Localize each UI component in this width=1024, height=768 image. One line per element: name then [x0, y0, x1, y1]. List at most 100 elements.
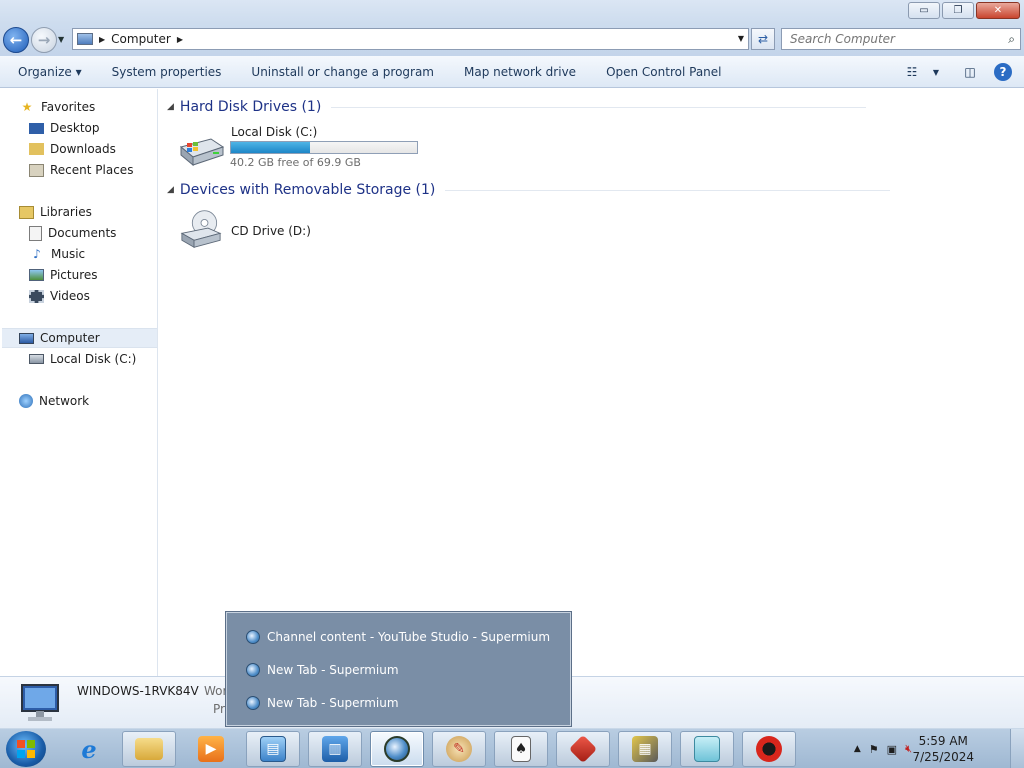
taskbar-supermium[interactable] — [370, 731, 424, 767]
window-list-item[interactable]: New Tab - Supermium — [246, 693, 399, 713]
taskbar-file-explorer[interactable] — [122, 731, 176, 767]
workgroup-label: Wor — [204, 684, 228, 698]
nav-label: Downloads — [50, 142, 116, 156]
search-icon[interactable]: ⌕ — [1008, 32, 1015, 47]
nav-label: Favorites — [41, 100, 96, 114]
taskbar: e ▶ ▤ ▥ ✎ ♠ ▦ ▲ ⚑ ▣ 🔇︎ 5:59 AM 7/25/2024 — [0, 728, 1024, 768]
collapse-chevron-icon[interactable]: ◢ — [167, 102, 174, 112]
show-hidden-icons-icon[interactable]: ▲ — [854, 744, 861, 754]
nav-pictures[interactable]: Pictures — [29, 265, 98, 285]
address-bar[interactable]: ▶ Computer ▶ ▼ — [72, 28, 749, 50]
pictures-icon — [29, 269, 44, 281]
nav-local-disk[interactable]: Local Disk (C:) — [29, 349, 136, 369]
nav-computer[interactable]: Computer — [2, 328, 157, 348]
computer-icon — [19, 332, 34, 344]
media-player-icon: ▶ — [198, 736, 224, 762]
supermium-icon — [246, 663, 260, 677]
collapse-chevron-icon[interactable]: ◢ — [167, 185, 174, 195]
nav-videos[interactable]: Videos — [29, 286, 90, 306]
nav-label: Local Disk (C:) — [50, 352, 137, 366]
taskbar-control-panel[interactable]: ▤ — [246, 731, 300, 767]
change-view-icon[interactable]: ☷ — [902, 62, 922, 82]
window-list-item[interactable]: New Tab - Supermium — [246, 660, 399, 680]
show-desktop-button[interactable] — [1010, 729, 1024, 768]
nav-favorites[interactable]: ★ Favorites — [19, 97, 96, 117]
taskbar-notes-app[interactable] — [680, 731, 734, 767]
desktop-icon — [29, 122, 44, 134]
nav-libraries[interactable]: Libraries — [19, 202, 92, 222]
group-divider — [331, 106, 867, 108]
taskbar-task-manager[interactable]: ▥ — [308, 731, 362, 767]
nav-label: Libraries — [40, 205, 92, 219]
taskbar-paint[interactable]: ✎ — [432, 731, 486, 767]
taskbar-record-app[interactable] — [742, 731, 796, 767]
notes-icon — [694, 736, 720, 762]
refresh-icon: ⇄ — [757, 32, 769, 46]
minimize-button[interactable]: ▭ — [908, 2, 940, 19]
computer-monitor-icon — [21, 684, 59, 721]
playing-cards-icon: ♠ — [511, 736, 531, 762]
search-box: ⌕ — [781, 28, 1021, 50]
system-clock[interactable]: 5:59 AM 7/25/2024 — [912, 733, 974, 765]
libraries-icon — [19, 205, 34, 219]
nav-documents[interactable]: Documents — [29, 223, 116, 243]
taskbar-film-app[interactable]: ▦ — [618, 731, 672, 767]
forward-button[interactable]: → — [31, 27, 57, 53]
network-globe-icon — [19, 394, 33, 408]
supermium-browser-icon — [384, 736, 410, 762]
volume-muted-icon[interactable]: 🔇︎ — [905, 742, 912, 756]
map-network-drive-button[interactable]: Map network drive — [449, 56, 591, 88]
address-history-dropdown[interactable]: ▼ — [738, 34, 744, 43]
nav-label: Recent Places — [50, 163, 134, 177]
system-properties-button[interactable]: System properties — [97, 56, 237, 88]
disk-usage-bar — [230, 141, 418, 154]
music-note-icon: ♪ — [33, 247, 41, 261]
view-controls: ☷ ▼ ◫ ? — [902, 62, 1012, 82]
cd-drive-icon — [180, 210, 222, 249]
folder-icon — [135, 738, 163, 760]
nav-label: Videos — [50, 289, 90, 303]
taskbar-media-player[interactable]: ▶ — [184, 731, 238, 767]
uninstall-program-button[interactable]: Uninstall or change a program — [236, 56, 449, 88]
search-input[interactable] — [782, 29, 992, 49]
navigation-pane: ★ Favorites Desktop Downloads Recent Pla… — [0, 89, 158, 676]
taskbar-solitaire[interactable]: ♠ — [494, 731, 548, 767]
hard-drive-icon — [29, 354, 44, 364]
nav-music[interactable]: ♪ Music — [29, 244, 85, 264]
nav-label: Desktop — [50, 121, 100, 135]
film-clapper-icon: ▦ — [632, 736, 658, 762]
group-removable-storage[interactable]: ◢ Devices with Removable Storage (1) — [167, 180, 891, 200]
supermium-icon — [246, 696, 260, 710]
close-button[interactable]: ✕ — [976, 2, 1020, 19]
open-control-panel-button[interactable]: Open Control Panel — [591, 56, 736, 88]
back-button[interactable]: ← — [3, 27, 29, 53]
view-options-dropdown-icon[interactable]: ▼ — [926, 62, 946, 82]
record-circle-icon — [756, 736, 782, 762]
window-controls: ▭ ❐ ✕ — [908, 2, 1020, 19]
window-list-item[interactable]: Channel content - YouTube Studio - Super… — [246, 627, 550, 647]
refresh-button[interactable]: ⇄ — [751, 28, 775, 50]
start-button[interactable] — [6, 731, 46, 767]
group-title: Hard Disk Drives (1) — [179, 99, 322, 115]
group-hard-disk-drives[interactable]: ◢ Hard Disk Drives (1) — [167, 97, 867, 117]
nav-recent-places[interactable]: Recent Places — [29, 160, 133, 180]
network-status-icon[interactable]: ▣ — [887, 743, 897, 756]
nav-desktop[interactable]: Desktop — [29, 118, 100, 138]
breadcrumb-arrow-icon[interactable]: ▶ — [177, 35, 183, 44]
recent-pages-dropdown[interactable]: ▼ — [58, 35, 64, 44]
nav-network[interactable]: Network — [19, 391, 89, 411]
organize-button[interactable]: Organize ▾ — [0, 56, 97, 88]
recent-places-icon — [29, 163, 44, 177]
back-arrow-icon: ← — [9, 31, 23, 49]
taskbar-red-app[interactable] — [556, 731, 610, 767]
control-panel-icon: ▤ — [260, 736, 286, 762]
nav-downloads[interactable]: Downloads — [29, 139, 116, 159]
help-icon[interactable]: ? — [994, 63, 1012, 81]
windows-logo-icon — [17, 740, 35, 758]
breadcrumb-computer[interactable]: Computer — [111, 32, 171, 46]
action-center-flag-icon[interactable]: ⚑ — [869, 743, 879, 756]
preview-pane-icon[interactable]: ◫ — [960, 62, 980, 82]
taskbar-internet-explorer[interactable]: e — [62, 731, 116, 767]
restore-button[interactable]: ❐ — [942, 2, 974, 19]
breadcrumb-arrow-icon[interactable]: ▶ — [99, 35, 105, 44]
